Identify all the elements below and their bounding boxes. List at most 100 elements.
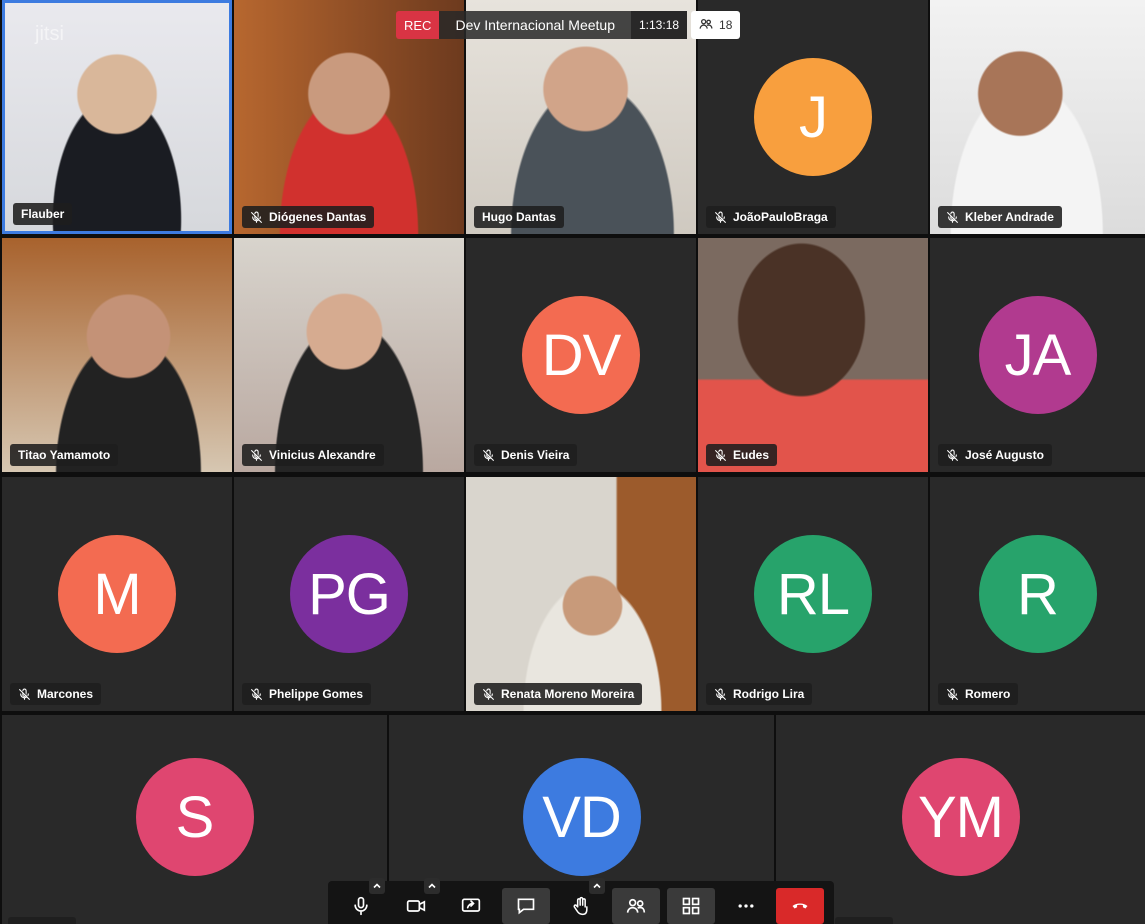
participant-name: Rodrigo Lira	[733, 687, 805, 701]
participant-name: JoãoPauloBraga	[733, 210, 828, 224]
mic-muted-icon	[946, 211, 959, 224]
raise-hand-icon	[571, 896, 591, 916]
participant-tile-denis-vieira[interactable]: DV Denis Vieira	[466, 238, 696, 472]
participant-tile-kleber-andrade[interactable]: Kleber Andrade	[930, 0, 1145, 234]
participant-name: José Augusto	[965, 448, 1044, 462]
hangup-button[interactable]	[776, 888, 825, 924]
raise-hand-button[interactable]	[557, 878, 605, 924]
mic-muted-icon	[714, 449, 727, 462]
participant-name: Renata Moreno Moreira	[501, 687, 635, 701]
chat-icon	[516, 896, 536, 916]
mic-muted-icon	[946, 449, 959, 462]
jitsi-watermark: jitsi	[35, 23, 64, 45]
participant-name: Phelippe Gomes	[269, 687, 364, 701]
participant-name: Kleber Andrade	[965, 210, 1054, 224]
avatar: R	[978, 535, 1097, 653]
participant-tile-eudes[interactable]: Eudes	[698, 238, 928, 472]
meeting-stage: Flauber jitsi Diógenes Dantas Hugo Dantas J J…	[0, 0, 1145, 924]
participant-video	[2, 238, 232, 472]
participant-name: Marcones	[37, 687, 94, 701]
microphone-button[interactable]	[337, 878, 386, 924]
avatar: YM	[901, 758, 1020, 877]
avatar: VD	[522, 758, 641, 877]
participant-name-tag: Hugo Dantas	[474, 206, 565, 228]
participant-name-tag: Denis Vieira	[474, 444, 578, 466]
mic-muted-icon	[250, 688, 263, 701]
participants-button[interactable]	[611, 888, 660, 924]
more-options-icon	[736, 896, 756, 916]
participant-video	[466, 477, 696, 711]
participant-name: Vinicius Alexandre	[269, 448, 376, 462]
participant-name: Flauber	[21, 207, 65, 221]
participant-name-tag: Rodrigo Lira	[706, 683, 813, 705]
participant-name: Hugo Dantas	[482, 210, 557, 224]
participant-name-tag	[8, 917, 76, 924]
participant-name: Denis Vieira	[501, 448, 570, 462]
participant-count-value: 18	[719, 18, 733, 32]
meeting-title: Dev Internacional Meetup	[439, 11, 631, 39]
participant-name: Eudes	[733, 448, 770, 462]
participant-name-tag: Kleber Andrade	[938, 206, 1062, 228]
mic-muted-icon	[18, 688, 31, 701]
meeting-timer: 1:13:18	[631, 11, 688, 39]
participant-name-tag: Romero	[938, 683, 1019, 705]
meeting-header: REC Dev Internacional Meetup 1:13:18 18	[396, 11, 741, 39]
participant-name-tag: Titao Yamamoto	[10, 444, 119, 466]
participant-name: Titao Yamamoto	[18, 448, 111, 462]
chat-button[interactable]	[502, 888, 551, 924]
participant-video	[234, 238, 464, 472]
participant-name-tag: Flauber	[13, 203, 73, 225]
recording-badge: REC	[396, 11, 440, 39]
meeting-toolbar	[328, 878, 834, 924]
microphone-icon	[351, 896, 371, 916]
participant-tile-flauber[interactable]: Flauber jitsi	[2, 0, 232, 234]
participant-name-tag: Marcones	[10, 683, 102, 705]
mic-muted-icon	[482, 449, 495, 462]
participant-name-tag: Eudes	[706, 444, 778, 466]
participant-name-tag: Diógenes Dantas	[242, 206, 375, 228]
chevron-up-icon[interactable]	[588, 878, 605, 894]
camera-button[interactable]	[392, 878, 441, 924]
hangup-icon	[790, 896, 810, 916]
mic-muted-icon	[482, 688, 495, 701]
avatar: S	[135, 758, 254, 877]
participant-tile-vinicius-alexandre[interactable]: Vinicius Alexandre	[234, 238, 464, 472]
screen-share-icon	[461, 896, 481, 916]
participants-icon	[626, 896, 646, 916]
tile-view-button[interactable]	[666, 888, 715, 924]
participant-name: Romero	[965, 687, 1011, 701]
mic-muted-icon	[250, 211, 263, 224]
participant-count-button[interactable]: 18	[691, 11, 741, 39]
avatar: J	[754, 58, 872, 176]
avatar: RL	[754, 535, 872, 653]
participant-name-tag: Phelippe Gomes	[242, 683, 372, 705]
avatar: JA	[978, 296, 1097, 414]
avatar: PG	[290, 535, 408, 653]
participant-tile-rodrigo-lira[interactable]: RL Rodrigo Lira	[698, 477, 928, 711]
more-options-button[interactable]	[722, 888, 770, 924]
mic-muted-icon	[714, 688, 727, 701]
mic-muted-icon	[714, 211, 727, 224]
chevron-up-icon[interactable]	[369, 878, 386, 894]
participant-video	[930, 0, 1145, 234]
mic-muted-icon	[250, 449, 263, 462]
chevron-up-icon[interactable]	[424, 878, 441, 894]
participants-icon	[699, 17, 713, 34]
participant-name-tag	[835, 917, 893, 924]
participant-name-tag: JoãoPauloBraga	[706, 206, 836, 228]
participant-tile-phelippe-gomes[interactable]: PG Phelippe Gomes	[234, 477, 464, 711]
participant-name-tag: José Augusto	[938, 444, 1052, 466]
participant-tile-titao-yamamoto[interactable]: Titao Yamamoto	[2, 238, 232, 472]
screen-share-button[interactable]	[447, 888, 495, 924]
avatar: DV	[522, 296, 640, 414]
avatar: M	[58, 535, 176, 653]
camera-icon	[406, 896, 426, 916]
participant-tile-jose-augusto[interactable]: JA José Augusto	[930, 238, 1145, 472]
participant-tile-romero[interactable]: R Romero	[930, 477, 1145, 711]
participant-tile-renata-moreno-moreira[interactable]: Renata Moreno Moreira	[466, 477, 696, 711]
participant-name-tag: Renata Moreno Moreira	[474, 683, 643, 705]
mic-muted-icon	[946, 688, 959, 701]
participant-tile-marcones[interactable]: M Marcones	[2, 477, 232, 711]
tile-view-icon	[681, 896, 701, 916]
participant-name-tag: Vinicius Alexandre	[242, 444, 384, 466]
